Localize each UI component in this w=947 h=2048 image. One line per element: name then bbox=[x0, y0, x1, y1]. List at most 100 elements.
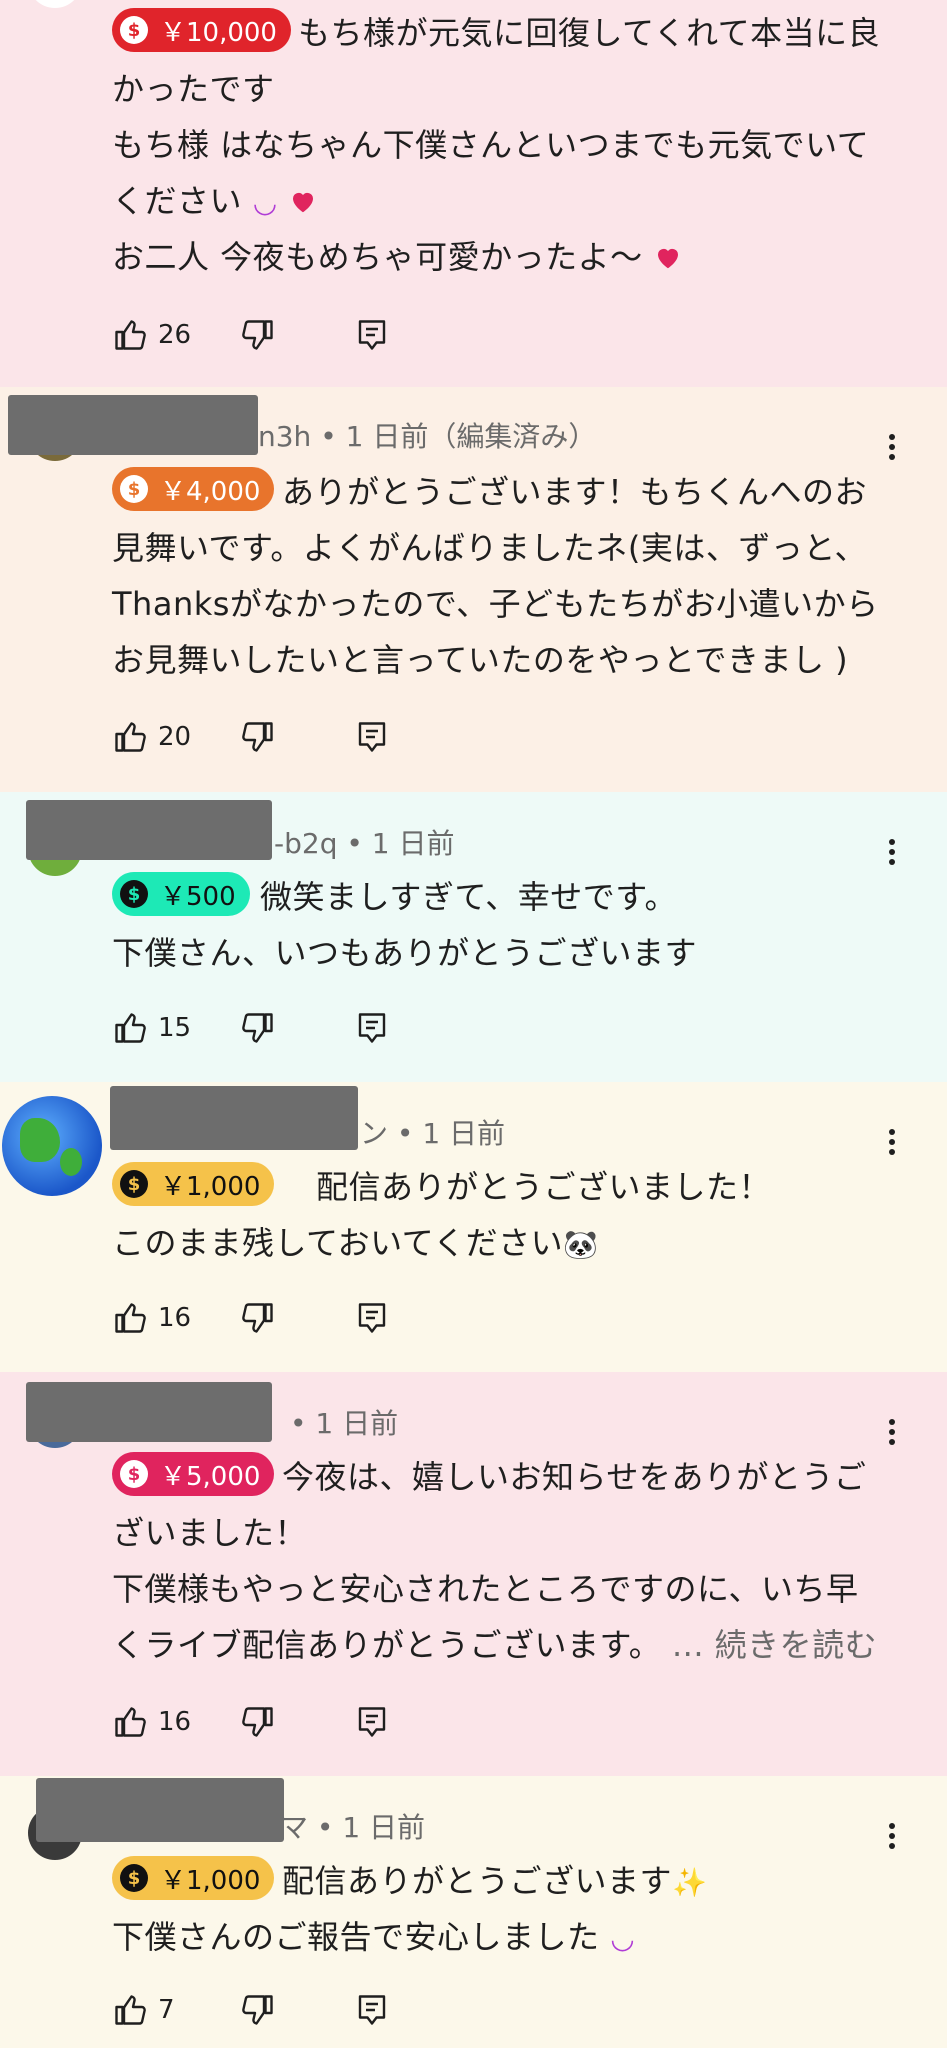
comment-meta: ン • 1 日前 bbox=[360, 1117, 506, 1150]
dislike-button[interactable] bbox=[240, 1008, 276, 1048]
avatar[interactable] bbox=[2, 1096, 102, 1196]
comment-text: 配信ありがとうございました！ bbox=[316, 1168, 772, 1206]
sparkles-emoji-icon: ✨ bbox=[672, 1866, 708, 1899]
comment-text: ありがとうございます！もちくんへのお bbox=[282, 473, 868, 511]
comment-text: ください ◡ bbox=[112, 176, 318, 222]
like-button[interactable]: 26 bbox=[112, 315, 191, 355]
reply-icon bbox=[354, 317, 390, 353]
like-button[interactable]: 16 bbox=[112, 1298, 191, 1338]
chip-amount: ￥10,000 bbox=[160, 17, 277, 48]
dislike-button[interactable] bbox=[240, 717, 276, 757]
comment-text: Thanksがなかったので、子どもたちがお小遣いから bbox=[112, 585, 879, 623]
avatar[interactable] bbox=[28, 0, 82, 8]
like-count: 26 bbox=[158, 320, 192, 350]
reply-button[interactable] bbox=[354, 1702, 390, 1742]
thumbs-up-icon bbox=[112, 1010, 148, 1046]
comment-text: かったです bbox=[112, 70, 275, 108]
comment-card: n3h • 1 日前（編集済み） $ ￥4,000 ありがとうございます！もちく… bbox=[0, 387, 947, 792]
comment-text: もち様が元気に回復してくれて本当に良 bbox=[298, 14, 881, 52]
dollar-coin-icon: $ bbox=[120, 1460, 148, 1488]
dislike-button[interactable] bbox=[240, 315, 276, 355]
comment-text: 下僕様もやっと安心されたところですのに、いち早 bbox=[112, 1570, 859, 1608]
chip-amount: ￥1,000 bbox=[160, 1865, 261, 1896]
comment-text: もち様 はなちゃん下僕さんといつまでも元気でいて bbox=[112, 126, 870, 164]
thumbs-up-icon bbox=[112, 1704, 148, 1740]
comment-card: マ • 1 日前 $ ￥1,000 配信ありがとうございます✨ 下僕さんのご報告… bbox=[0, 1776, 947, 2048]
like-count: 16 bbox=[158, 1707, 192, 1737]
comment-meta: マ • 1 日前 bbox=[280, 1811, 426, 1844]
thumbs-down-icon bbox=[240, 1300, 276, 1336]
comment-card: -b2q • 1 日前 $ ￥500 微笑ましすぎて、幸せです。 下僕さん、いつ… bbox=[0, 792, 947, 1082]
read-more-link[interactable]: ... 続きを読む bbox=[672, 1626, 877, 1664]
comment-actions: 16 bbox=[112, 1702, 412, 1742]
dollar-coin-icon: $ bbox=[120, 1170, 148, 1198]
smile-emoji-icon: ◡ bbox=[610, 1922, 636, 1955]
redacted-username bbox=[26, 800, 272, 860]
like-count: 16 bbox=[158, 1303, 192, 1333]
redacted-username bbox=[8, 395, 258, 455]
super-chat-chip: $ ￥4,000 bbox=[112, 467, 275, 511]
comment-text: お見舞いしたいと言っていたのをやっとできまし ) bbox=[112, 641, 849, 679]
dollar-coin-icon: $ bbox=[120, 880, 148, 908]
reply-button[interactable] bbox=[354, 1008, 390, 1048]
thumbs-up-icon bbox=[112, 317, 148, 353]
comment-actions: 7 bbox=[112, 1990, 412, 2030]
thumbs-down-icon bbox=[240, 719, 276, 755]
reply-icon bbox=[354, 719, 390, 755]
comment-actions: 26 bbox=[112, 315, 412, 355]
chip-amount: ￥1,000 bbox=[160, 1171, 261, 1202]
more-vert-icon[interactable] bbox=[882, 1412, 902, 1452]
comment-text: 見舞いです。よくがんばりましたネ(実は、ずっと、 bbox=[112, 529, 868, 567]
thumbs-down-icon bbox=[240, 317, 276, 353]
comment-actions: 15 bbox=[112, 1008, 412, 1048]
super-chat-chip: $ ￥10,000 bbox=[112, 8, 291, 52]
comment-text: ざいました！ bbox=[112, 1514, 308, 1552]
comment-card: $ ￥10,000 もち様が元気に回復してくれて本当に良 かったです もち様 は… bbox=[0, 0, 947, 387]
reply-button[interactable] bbox=[354, 717, 390, 757]
super-chat-chip: $ ￥500 bbox=[112, 872, 250, 916]
chip-amount: ￥5,000 bbox=[160, 1461, 261, 1492]
comment-meta: -b2q • 1 日前 bbox=[274, 827, 455, 860]
more-vert-icon[interactable] bbox=[882, 427, 902, 467]
redacted-username bbox=[36, 1778, 284, 1842]
comment-text: 配信ありがとうございます✨ bbox=[282, 1862, 708, 1900]
like-count: 7 bbox=[158, 1995, 175, 2025]
reply-button[interactable] bbox=[354, 1990, 390, 2030]
dislike-button[interactable] bbox=[240, 1990, 276, 2030]
reply-button[interactable] bbox=[354, 315, 390, 355]
sparkling-heart-icon bbox=[288, 186, 318, 216]
panda-emoji-icon: 🐼 bbox=[563, 1228, 599, 1261]
dislike-button[interactable] bbox=[240, 1298, 276, 1338]
like-button[interactable]: 20 bbox=[112, 717, 191, 757]
super-chat-chip: $ ￥1,000 bbox=[112, 1162, 275, 1206]
more-vert-icon[interactable] bbox=[882, 1816, 902, 1856]
like-count: 20 bbox=[158, 722, 192, 752]
comment-text: 微笑ましすぎて、幸せです。 bbox=[260, 878, 678, 916]
thumbs-up-icon bbox=[112, 1300, 148, 1336]
comment-meta: • 1 日前 bbox=[290, 1407, 399, 1440]
chip-amount: ￥500 bbox=[160, 881, 236, 912]
comment-text: お二人 今夜もめちゃ可愛かったよ〜 bbox=[112, 232, 683, 278]
comment-meta: n3h • 1 日前（編集済み） bbox=[258, 420, 597, 453]
sparkling-heart-icon bbox=[653, 242, 683, 272]
like-count: 15 bbox=[158, 1013, 192, 1043]
like-button[interactable]: 16 bbox=[112, 1702, 191, 1742]
like-button[interactable]: 7 bbox=[112, 1990, 175, 2030]
reply-icon bbox=[354, 1300, 390, 1336]
thumbs-down-icon bbox=[240, 1010, 276, 1046]
reply-icon bbox=[354, 1010, 390, 1046]
smile-emoji-icon: ◡ bbox=[252, 186, 278, 219]
super-chat-chip: $ ￥1,000 bbox=[112, 1856, 275, 1900]
comment-text: 下僕さん、いつもありがとうございます bbox=[112, 934, 698, 972]
like-button[interactable]: 15 bbox=[112, 1008, 191, 1048]
thumbs-up-icon bbox=[112, 1992, 148, 2028]
reply-icon bbox=[354, 1992, 390, 2028]
reply-button[interactable] bbox=[354, 1298, 390, 1338]
comment-card: • 1 日前 $ ￥5,000 今夜は、嬉しいお知らせをありがとうご ざいました… bbox=[0, 1372, 947, 1776]
more-vert-icon[interactable] bbox=[882, 1122, 902, 1162]
comment-card: ン • 1 日前 $ ￥1,000 配信ありがとうございました！ このまま残して… bbox=[0, 1082, 947, 1372]
dislike-button[interactable] bbox=[240, 1702, 276, 1742]
thumbs-up-icon bbox=[112, 719, 148, 755]
comment-text: 下僕さんのご報告で安心しました ◡ bbox=[112, 1918, 636, 1956]
more-vert-icon[interactable] bbox=[882, 832, 902, 872]
